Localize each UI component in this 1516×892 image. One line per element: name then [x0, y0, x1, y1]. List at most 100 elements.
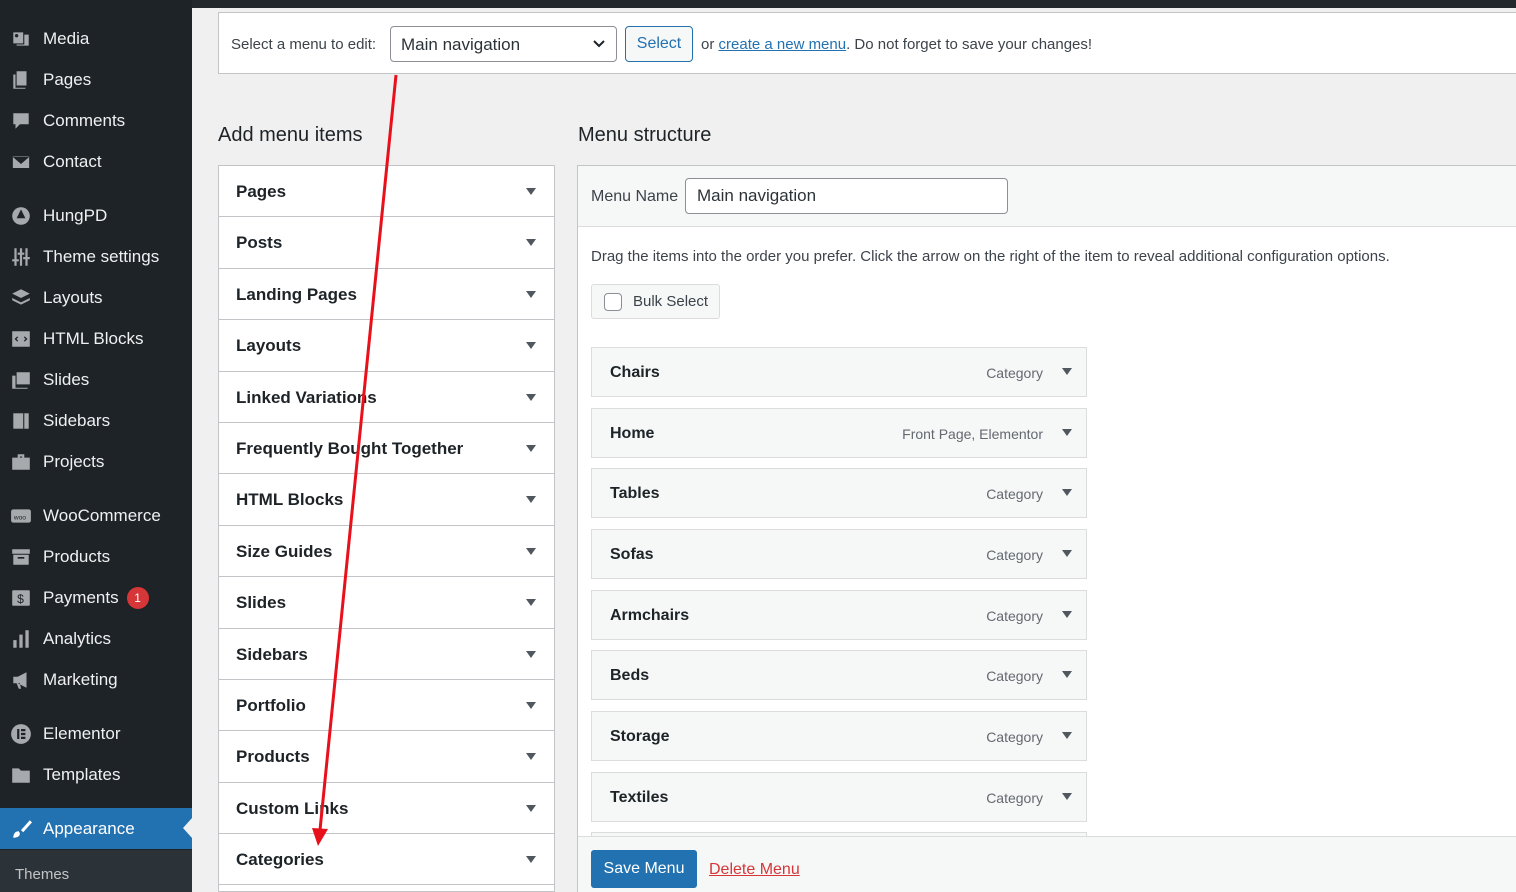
menu-item-title: Storage: [610, 728, 670, 745]
sidebar-item-hungpd[interactable]: HungPD: [0, 195, 192, 236]
bulk-select-label: Bulk Select: [633, 293, 709, 310]
menu-item[interactable]: Armchairs Category: [591, 590, 1087, 640]
menu-item-type: Category: [986, 486, 1043, 502]
sidebar-item-label: Payments: [43, 587, 119, 607]
accordion-section-products[interactable]: Products: [219, 731, 554, 783]
accordion-section-title: Custom Links: [236, 798, 349, 818]
sidebar-submenu-themes[interactable]: Themes: [0, 850, 192, 892]
accordion-section-pages[interactable]: Pages: [219, 166, 554, 218]
submenu-item-themes[interactable]: Themes: [15, 866, 69, 883]
menu-item[interactable]: Textiles Category: [591, 772, 1087, 822]
menu-item-type: Category: [986, 365, 1043, 381]
save-menu-button[interactable]: Save Menu: [591, 850, 697, 888]
sidebar-item-label: Pages: [43, 69, 92, 89]
caret-down-icon[interactable]: [526, 753, 536, 761]
caret-down-icon[interactable]: [1062, 429, 1072, 436]
menu-item[interactable]: Chairs Category: [591, 347, 1087, 397]
menu-item[interactable]: Home Front Page, Elementor: [591, 408, 1087, 458]
create-new-menu-link[interactable]: create a new menu: [719, 36, 847, 53]
accordion-section-custom-links[interactable]: Custom Links: [219, 782, 554, 835]
sidebar-item-woocommerce[interactable]: woo WooCommerce: [0, 495, 192, 536]
sidebar-item-templates[interactable]: Templates: [0, 754, 192, 795]
menu-name-input[interactable]: Main navigation: [685, 178, 1008, 214]
accordion-section-size-guides[interactable]: Size Guides: [219, 525, 554, 578]
elementor-icon: [10, 723, 32, 745]
sidebar-item-analytics[interactable]: Analytics: [0, 618, 192, 659]
caret-down-icon[interactable]: [1062, 611, 1072, 618]
caret-down-icon[interactable]: [526, 239, 536, 247]
bulk-select-button[interactable]: Bulk Select: [591, 284, 720, 319]
sidebar-item-layouts[interactable]: Layouts: [0, 277, 192, 318]
menu-item[interactable]: Sofas Category: [591, 529, 1087, 579]
accordion-section-sidebars[interactable]: Sidebars: [219, 628, 554, 680]
delete-menu-link[interactable]: Delete Menu: [709, 861, 800, 879]
pages-icon: [10, 69, 32, 91]
accordion-section-posts[interactable]: Posts: [219, 217, 554, 269]
caret-down-icon[interactable]: [526, 856, 536, 864]
select-button[interactable]: Select: [625, 26, 693, 62]
accordion-section-html-blocks[interactable]: HTML Blocks: [219, 474, 554, 526]
caret-down-icon[interactable]: [526, 599, 536, 607]
menu-structure-heading: Menu structure: [578, 124, 712, 146]
sidebar-item-sidebars[interactable]: Sidebars: [0, 400, 192, 441]
sidebar-item-pages[interactable]: Pages: [0, 59, 192, 100]
accordion-section-slides[interactable]: Slides: [219, 577, 554, 629]
caret-down-icon[interactable]: [526, 804, 536, 812]
menu-select-dropdown[interactable]: Main navigation: [390, 26, 617, 62]
menu-name-header: Menu Name Main navigation: [578, 166, 1516, 227]
sidebar-item-products[interactable]: Products: [0, 536, 192, 577]
caret-down-icon[interactable]: [1062, 732, 1072, 739]
accordion-section-title: Frequently Bought Together: [236, 438, 464, 458]
menu-item[interactable]: Tables Category: [591, 468, 1087, 518]
sidebar-item-theme-settings[interactable]: Theme settings: [0, 236, 192, 277]
caret-down-icon[interactable]: [1062, 368, 1072, 375]
menu-item[interactable]: Storage Category: [591, 711, 1087, 761]
caret-down-icon[interactable]: [526, 547, 536, 555]
caret-down-icon[interactable]: [1062, 671, 1072, 678]
bulk-select-checkbox[interactable]: [604, 292, 622, 311]
caret-down-icon[interactable]: [526, 188, 536, 195]
caret-down-icon[interactable]: [1062, 489, 1072, 496]
sidebar-item-marketing[interactable]: Marketing: [0, 659, 192, 700]
notification-badge: 1: [126, 586, 149, 609]
sidebar-item-comments[interactable]: Comments: [0, 100, 192, 141]
caret-down-icon[interactable]: [526, 342, 536, 350]
sidebar-item-label: Projects: [43, 451, 105, 471]
sidebar-item-elementor[interactable]: Elementor: [0, 713, 192, 754]
caret-down-icon[interactable]: [1062, 793, 1072, 800]
accordion-section-title: Products: [236, 747, 310, 767]
svg-text:woo: woo: [13, 514, 26, 521]
sidebar-item-label: Media: [43, 28, 90, 48]
sidebar-icon: [10, 410, 32, 432]
dollar-icon: $: [10, 587, 32, 609]
accordion-section-linked-variations[interactable]: Linked Variations: [219, 371, 554, 423]
accordion-section-title: Size Guides: [236, 541, 333, 561]
caret-down-icon[interactable]: [526, 650, 536, 658]
sidebar-item-html-blocks[interactable]: HTML Blocks: [0, 318, 192, 359]
sidebar-item-projects[interactable]: Projects: [0, 441, 192, 482]
sidebar-item-label: Appearance: [43, 818, 135, 838]
caret-down-icon[interactable]: [526, 444, 536, 452]
sidebar-item-label: WooCommerce: [43, 505, 161, 525]
sidebar-item-contact[interactable]: Contact: [0, 141, 192, 182]
sidebar-item-appearance[interactable]: Appearance: [0, 808, 192, 849]
caret-down-icon[interactable]: [526, 290, 536, 298]
sidebar-item-label: HungPD: [43, 205, 108, 225]
accordion-section-portfolio[interactable]: Portfolio: [219, 679, 554, 732]
accordion-section-title: Landing Pages: [236, 284, 357, 304]
add-menu-items-accordion: Pages Posts Landing Pages Layouts Linked…: [218, 165, 555, 892]
caret-down-icon[interactable]: [526, 701, 536, 709]
accordion-section-categories[interactable]: Categories: [219, 834, 554, 886]
accordion-section-frequently-bought-together[interactable]: Frequently Bought Together: [219, 422, 554, 475]
sidebar-item-media[interactable]: Media: [0, 18, 192, 59]
menu-item[interactable]: Beds Category: [591, 650, 1087, 700]
caret-down-icon[interactable]: [526, 393, 536, 401]
menu-select-value: Main navigation: [401, 35, 521, 54]
tree-icon: [10, 205, 32, 227]
accordion-section-layouts[interactable]: Layouts: [219, 320, 554, 372]
sidebar-item-payments[interactable]: $ Payments 1: [0, 577, 192, 618]
sidebar-item-slides[interactable]: Slides: [0, 359, 192, 400]
accordion-section-landing-pages[interactable]: Landing Pages: [219, 268, 554, 321]
caret-down-icon[interactable]: [1062, 550, 1072, 557]
caret-down-icon[interactable]: [526, 496, 536, 504]
